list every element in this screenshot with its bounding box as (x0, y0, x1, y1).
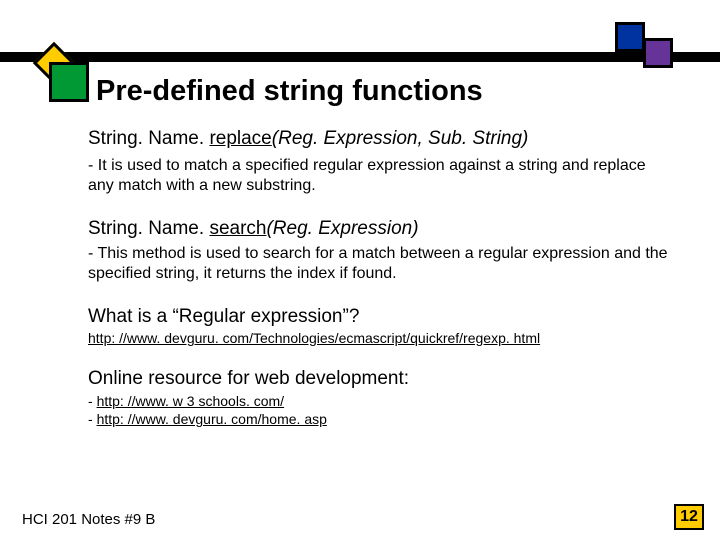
online-link-1[interactable]: http: //www. w 3 schools. com/ (97, 393, 285, 409)
sig1-method: replace (209, 128, 271, 149)
search-signature: String. Name. search(Reg. Expression) (88, 218, 668, 240)
online-resource-heading: Online resource for web development: (88, 368, 668, 390)
search-description: - This method is used to search for a ma… (88, 244, 668, 284)
slide-title: Pre-defined string functions (96, 75, 483, 108)
sig1-args: (Reg. Expression, Sub. String) (272, 128, 529, 149)
online-link-2-row: - http: //www. devguru. com/home. asp (88, 410, 668, 428)
slide-content: String. Name. replace(Reg. Expression, S… (88, 128, 668, 428)
online-link-2[interactable]: http: //www. devguru. com/home. asp (97, 411, 327, 427)
regex-link[interactable]: http: //www. devguru. com/Technologies/e… (88, 330, 668, 346)
green-square-icon (49, 62, 89, 102)
regex-question: What is a “Regular expression”? (88, 306, 668, 328)
online-links: - http: //www. w 3 schools. com/ - http:… (88, 392, 668, 428)
footer-text: HCI 201 Notes #9 B (22, 511, 155, 528)
sig1-prefix: String. Name. (88, 128, 209, 149)
purple-square-icon (643, 38, 673, 68)
replace-signature: String. Name. replace(Reg. Expression, S… (88, 128, 668, 150)
sig2-method: search (209, 218, 266, 239)
dash-2: - (88, 411, 97, 427)
blue-square-icon (615, 22, 645, 52)
online-link-1-row: - http: //www. w 3 schools. com/ (88, 392, 668, 410)
dash-1: - (88, 393, 97, 409)
page-number: 12 (674, 504, 704, 530)
sig2-args: (Reg. Expression) (266, 218, 418, 239)
top-black-bar (0, 52, 720, 62)
replace-description: - It is used to match a specified regula… (88, 156, 668, 196)
sig2-prefix: String. Name. (88, 218, 209, 239)
